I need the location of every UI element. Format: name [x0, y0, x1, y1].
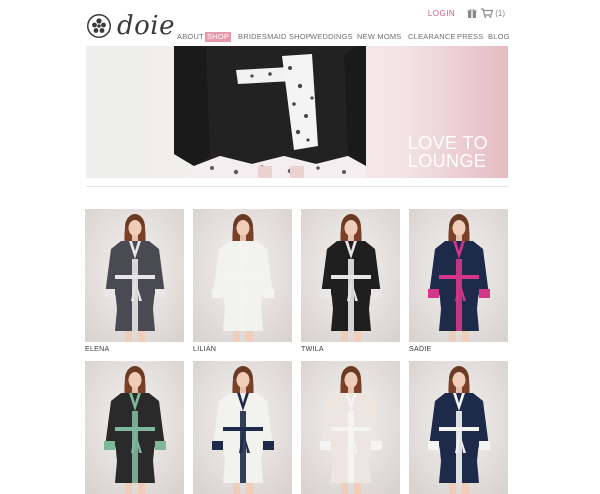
product-photo[interactable]	[409, 361, 508, 494]
product-name[interactable]: LILIAN	[193, 345, 292, 354]
product-photo[interactable]	[193, 361, 292, 494]
product-photo[interactable]	[409, 209, 508, 342]
product-photo[interactable]	[193, 209, 292, 342]
product-name[interactable]: ELENA	[85, 345, 184, 354]
product-card[interactable]	[193, 361, 292, 494]
product-card[interactable]	[409, 361, 508, 494]
product-grid: ELENA LILIAN TWILA SADIE	[0, 0, 600, 494]
product-card[interactable]: TWILA	[301, 209, 400, 354]
product-card[interactable]	[301, 361, 400, 494]
product-card[interactable]: ELENA	[85, 209, 184, 354]
product-card[interactable]	[85, 361, 184, 494]
product-photo[interactable]	[301, 209, 400, 342]
product-photo[interactable]	[85, 361, 184, 494]
product-photo[interactable]	[301, 361, 400, 494]
product-name[interactable]: TWILA	[301, 345, 400, 354]
product-card[interactable]: SADIE	[409, 209, 508, 354]
product-photo[interactable]	[85, 209, 184, 342]
product-card[interactable]: LILIAN	[193, 209, 292, 354]
product-name[interactable]: SADIE	[409, 345, 508, 354]
